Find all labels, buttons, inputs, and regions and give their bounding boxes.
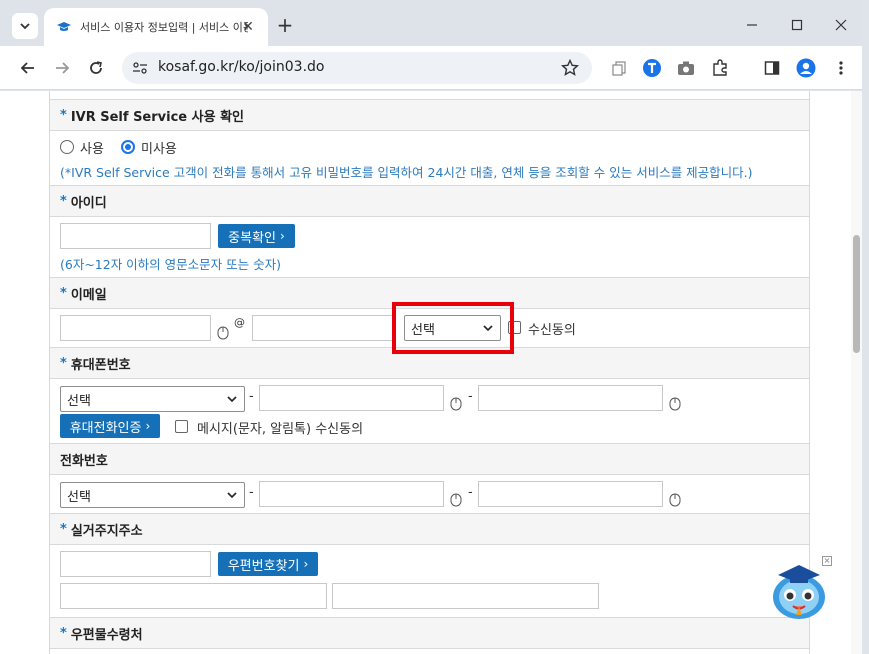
minimize-icon (747, 24, 757, 26)
chevron-down-icon (20, 23, 30, 30)
id-input[interactable] (60, 223, 211, 249)
tab-search-button[interactable] (12, 13, 38, 39)
side-panel-icon[interactable] (762, 58, 782, 78)
ivr-label: IVR Self Service 사용 확인 (70, 109, 244, 125)
id-dup-check-button[interactable]: 중복확인 › (218, 224, 295, 248)
profile-avatar-icon[interactable] (796, 58, 816, 78)
id-hint: (6자~12자 이하의 영문소문자 또는 숫자) (60, 257, 281, 272)
address-section-body: 우편번호찾기 › (50, 545, 809, 617)
chevron-down-icon (227, 396, 237, 403)
virtual-keyboard-mouse-icon[interactable] (217, 326, 229, 340)
ivr-section-header: * IVR Self Service 사용 확인 (50, 99, 809, 131)
virtual-keyboard-mouse-icon[interactable] (450, 493, 462, 507)
arrow-left-icon (20, 62, 34, 74)
mail-address-section-header: * 우편물수령처 (50, 617, 809, 649)
mail-address-label: 우편물수령처 (70, 627, 143, 643)
dash: - (468, 485, 473, 500)
highlight-box (392, 302, 514, 354)
id-label: 아이디 (70, 195, 107, 211)
camera-icon[interactable] (676, 58, 696, 78)
url-text: kosaf.go.kr/ko/join03.do (158, 59, 325, 75)
phone-section-body: 선택 - - (50, 475, 809, 515)
mobile-last-input[interactable] (478, 385, 663, 411)
virtual-keyboard-mouse-icon[interactable] (669, 493, 681, 507)
zipcode-search-button[interactable]: 우편번호찾기 › (218, 552, 318, 576)
extensions-puzzle-icon[interactable] (710, 58, 730, 78)
address-label: 실거주지주소 (70, 523, 143, 539)
site-settings-icon[interactable] (130, 59, 150, 77)
tab-title: 서비스 이용자 정보입력 | 서비스 이용 (80, 21, 248, 34)
close-tab-icon[interactable]: ✕ (240, 19, 256, 35)
menu-kebab-icon[interactable] (831, 58, 851, 78)
virtual-keyboard-mouse-icon[interactable] (450, 397, 462, 411)
forward-button[interactable] (50, 56, 74, 80)
address-line1-input[interactable] (60, 583, 327, 609)
email-at-symbol: @ (234, 316, 245, 329)
phone-prefix-select[interactable]: 선택 (60, 482, 245, 508)
maximize-button[interactable] (786, 14, 808, 36)
phone-last-input[interactable] (478, 481, 663, 507)
page-viewport: * IVR Self Service 사용 확인 사용 미사용 (*IVR Se… (0, 91, 862, 654)
browser-toolbar: kosaf.go.kr/ko/join03.do (0, 46, 869, 90)
phone-section-header: 전화번호 (50, 443, 809, 475)
close-window-button[interactable] (830, 14, 852, 36)
browser-tab[interactable]: 서비스 이용자 정보입력 | 서비스 이용 ✕ (44, 8, 268, 46)
chatbot-mascot-icon[interactable] (770, 557, 828, 621)
mobile-consent-label: 메시지(문자, 알림톡) 수신동의 (197, 422, 364, 437)
copy-icon[interactable] (609, 58, 629, 78)
chevron-right-icon: › (145, 419, 151, 433)
chevron-right-icon: › (280, 229, 285, 243)
phone-middle-input[interactable] (259, 481, 444, 507)
reload-button[interactable] (84, 56, 108, 80)
graduation-cap-icon (57, 22, 71, 31)
email-label: 이메일 (70, 287, 107, 303)
close-icon (835, 19, 847, 31)
ivr-use-label: 사용 (80, 142, 104, 157)
virtual-keyboard-mouse-icon[interactable] (669, 397, 681, 411)
ivr-section-body: 사용 미사용 (*IVR Self Service 고객이 전화를 통해서 고유… (50, 131, 809, 180)
reload-icon (90, 61, 102, 74)
address-bar[interactable]: kosaf.go.kr/ko/join03.do (122, 52, 592, 84)
address-line2-input[interactable] (332, 583, 599, 609)
minimize-button[interactable] (741, 14, 763, 36)
mobile-prefix-select[interactable]: 선택 (60, 386, 245, 412)
chevron-down-icon (227, 492, 237, 499)
zipcode-input[interactable] (60, 551, 211, 577)
email-domain-input[interactable] (252, 315, 393, 341)
back-button[interactable] (16, 56, 40, 80)
ivr-hint: (*IVR Self Service 고객이 전화를 통해서 고유 비밀번호를 … (60, 165, 753, 180)
mobile-middle-input[interactable] (259, 385, 444, 411)
scrollbar-thumb[interactable] (853, 235, 860, 353)
translate-extension-icon[interactable] (642, 58, 662, 78)
new-tab-button[interactable]: + (274, 13, 296, 37)
chevron-right-icon: › (303, 557, 309, 571)
phone-label: 전화번호 (60, 453, 108, 469)
bookmark-star-icon[interactable] (560, 58, 580, 78)
mobile-verify-button[interactable]: 휴대전화인증 › (60, 414, 160, 438)
arrow-right-icon (56, 62, 70, 74)
chatbot-close-icon[interactable]: × (822, 556, 832, 566)
window-edge (862, 0, 869, 654)
join-form: * IVR Self Service 사용 확인 사용 미사용 (*IVR Se… (49, 91, 810, 654)
ivr-nouse-radio[interactable] (121, 140, 135, 154)
mobile-label: 휴대폰번호 (70, 357, 131, 373)
id-section-body: 중복확인 › (6자~12자 이하의 영문소문자 또는 숫자) (50, 217, 809, 277)
ivr-nouse-label: 미사용 (141, 142, 177, 157)
ivr-use-radio[interactable] (60, 140, 74, 154)
address-section-header: * 실거주지주소 (50, 513, 809, 545)
id-section-header: * 아이디 (50, 185, 809, 217)
dash: - (249, 485, 254, 500)
page-scrollbar[interactable] (851, 91, 862, 654)
mobile-consent-checkbox[interactable] (175, 420, 188, 433)
email-local-input[interactable] (60, 315, 211, 341)
email-consent-label: 수신동의 (528, 323, 576, 338)
dash: - (468, 389, 473, 404)
dash: - (249, 389, 254, 404)
browser-tab-bar: 서비스 이용자 정보입력 | 서비스 이용 ✕ + (0, 0, 869, 46)
mobile-section-body: 선택 - - 휴대전화인증 › 메시지(문자, 알림톡) 수신동의 (50, 379, 809, 443)
maximize-icon (791, 19, 803, 31)
